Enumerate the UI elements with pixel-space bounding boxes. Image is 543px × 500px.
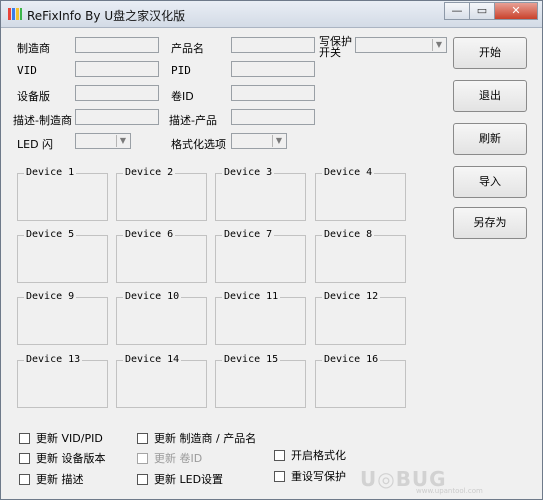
device-label: Device 12 (322, 291, 381, 302)
device-label: Device 3 (222, 167, 275, 178)
device-label: Device 4 (322, 167, 375, 178)
format-option-label: 格式化选项 (171, 138, 226, 151)
vid-label: VID (17, 64, 37, 77)
manufacturer-label: 制造商 (17, 42, 50, 55)
desc-product-field[interactable] (231, 109, 315, 125)
title-bar: ReFixInfo By U盘之家汉化版 — ▭ ✕ (1, 1, 542, 28)
vid-field[interactable] (75, 61, 159, 77)
update-mfr-product-checkbox[interactable]: 更新 制造商 / 产品名 (137, 430, 256, 446)
volume-id-label: 卷ID (171, 90, 194, 103)
device-label: Device 14 (123, 354, 182, 365)
device-version-label: 设备版 (17, 90, 50, 103)
device-group: Device 15 (215, 354, 306, 408)
write-protect-label: 写保护 开关 (319, 35, 352, 59)
device-group: Device 1 (17, 167, 108, 221)
write-protect-select[interactable]: ▼ (355, 37, 447, 53)
client-area: 制造商 产品名 写保护 开关 ▼ VID PID 设备版 卷ID 描述-制造商 … (9, 29, 534, 495)
device-group: Device 3 (215, 167, 306, 221)
device-group: Device 2 (116, 167, 207, 221)
app-icon (8, 8, 22, 20)
pid-field[interactable] (231, 61, 315, 77)
chevron-down-icon: ▼ (272, 135, 285, 147)
device-label: Device 10 (123, 291, 182, 302)
device-label: Device 5 (24, 229, 77, 240)
device-group: Device 10 (116, 291, 207, 345)
refresh-button[interactable]: 刷新 (453, 123, 527, 155)
device-group: Device 11 (215, 291, 306, 345)
save-as-button[interactable]: 另存为 (453, 207, 527, 239)
chevron-down-icon: ▼ (432, 39, 445, 51)
product-name-label: 产品名 (171, 42, 204, 55)
device-group: Device 16 (315, 354, 406, 408)
product-name-field[interactable] (231, 37, 315, 53)
device-group: Device 6 (116, 229, 207, 283)
device-group: Device 4 (315, 167, 406, 221)
device-group: Device 5 (17, 229, 108, 283)
device-label: Device 9 (24, 291, 77, 302)
volume-id-field[interactable] (231, 85, 315, 101)
device-label: Device 13 (24, 354, 83, 365)
desc-product-label: 描述-产品 (169, 114, 217, 127)
import-button[interactable]: 导入 (453, 166, 527, 198)
device-group: Device 8 (315, 229, 406, 283)
device-group: Device 14 (116, 354, 207, 408)
device-group: Device 9 (17, 291, 108, 345)
device-label: Device 1 (24, 167, 77, 178)
device-label: Device 7 (222, 229, 275, 240)
exit-button[interactable]: 退出 (453, 80, 527, 112)
device-label: Device 2 (123, 167, 176, 178)
manufacturer-field[interactable] (75, 37, 159, 53)
start-button[interactable]: 开始 (453, 37, 527, 69)
desc-manufacturer-label: 描述-制造商 (13, 114, 72, 127)
update-led-checkbox[interactable]: 更新 LED设置 (137, 471, 223, 487)
watermark-logo: U◎BUG www.upantool.com (360, 465, 530, 495)
update-device-version-checkbox[interactable]: 更新 设备版本 (19, 450, 106, 466)
device-group: Device 13 (17, 354, 108, 408)
device-group: Device 7 (215, 229, 306, 283)
update-volume-id-checkbox[interactable]: 更新 卷ID (137, 450, 202, 466)
update-desc-checkbox[interactable]: 更新 描述 (19, 471, 84, 487)
led-blink-select[interactable]: ▼ (75, 133, 131, 149)
minimize-button[interactable]: — (444, 2, 470, 20)
watermark-url: www.upantool.com (416, 487, 483, 495)
chevron-down-icon: ▼ (116, 135, 129, 147)
pid-label: PID (171, 64, 191, 77)
window-title: ReFixInfo By U盘之家汉化版 (27, 9, 186, 23)
enable-format-checkbox[interactable]: 开启格式化 (274, 447, 346, 463)
update-vid-pid-checkbox[interactable]: 更新 VID/PID (19, 430, 103, 446)
device-group: Device 12 (315, 291, 406, 345)
device-label: Device 11 (222, 291, 281, 302)
led-blink-label: LED 闪 (17, 138, 54, 151)
app-window: ReFixInfo By U盘之家汉化版 — ▭ ✕ 制造商 产品名 写保护 开… (0, 0, 543, 500)
device-label: Device 15 (222, 354, 281, 365)
maximize-button[interactable]: ▭ (469, 2, 495, 20)
format-option-select[interactable]: ▼ (231, 133, 287, 149)
device-label: Device 16 (322, 354, 381, 365)
device-label: Device 6 (123, 229, 176, 240)
reset-write-protect-checkbox[interactable]: 重设写保护 (274, 468, 346, 484)
device-label: Device 8 (322, 229, 375, 240)
device-version-field[interactable] (75, 85, 159, 101)
close-button[interactable]: ✕ (494, 2, 538, 20)
desc-manufacturer-field[interactable] (75, 109, 159, 125)
